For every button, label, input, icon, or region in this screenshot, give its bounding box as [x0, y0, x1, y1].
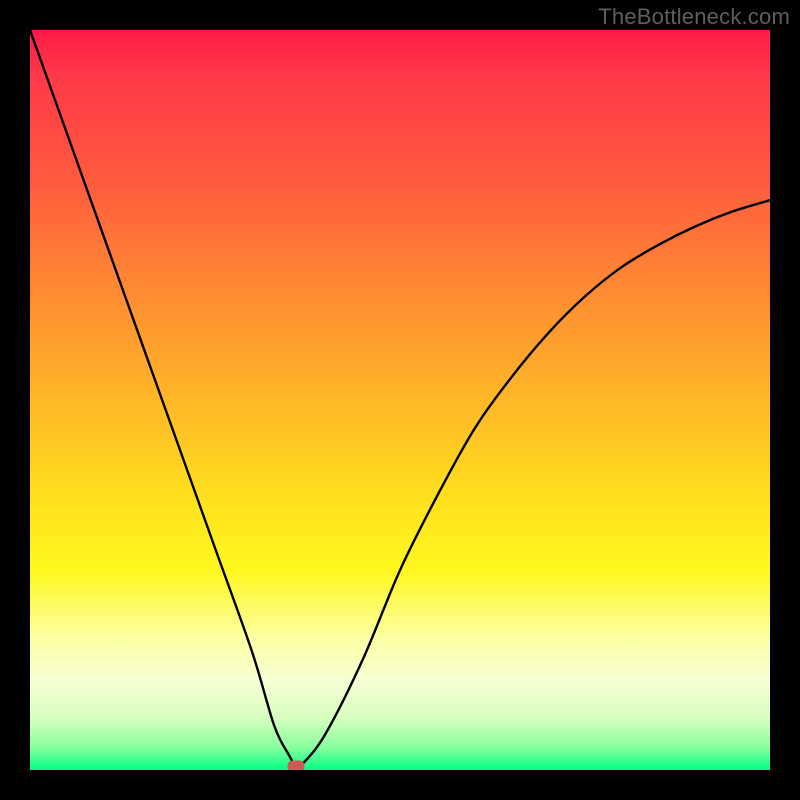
bottleneck-marker: [288, 761, 305, 770]
plot-area: [30, 30, 770, 770]
bottleneck-curve: [30, 30, 770, 770]
watermark: TheBottleneck.com: [598, 4, 790, 30]
chart-frame: TheBottleneck.com: [0, 0, 800, 800]
